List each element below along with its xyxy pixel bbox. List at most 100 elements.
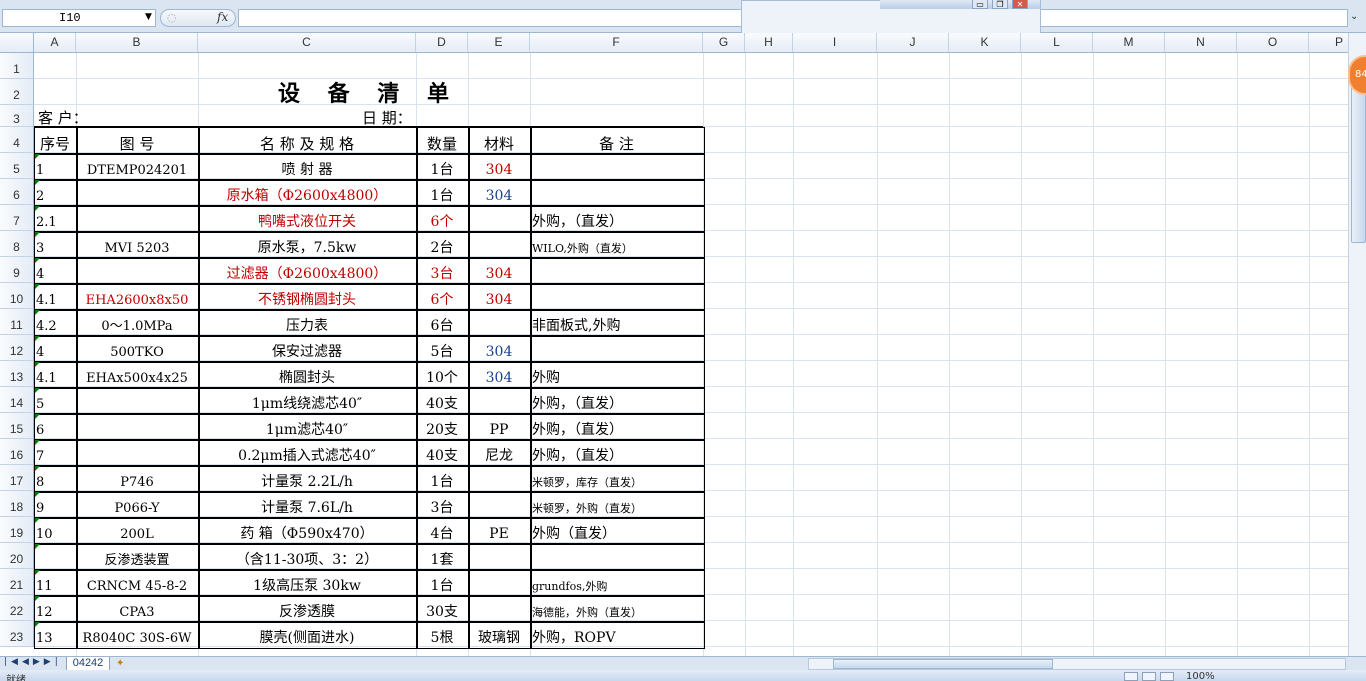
remark-cell[interactable] <box>530 344 705 361</box>
seq-cell[interactable]: 3 <box>34 240 78 257</box>
row-header[interactable]: 11 <box>0 309 34 335</box>
column-header[interactable]: P <box>1309 33 1348 52</box>
material-cell[interactable]: PP <box>468 422 530 439</box>
expand-formula-bar-icon[interactable]: ⌄ <box>1350 11 1358 22</box>
remark-cell[interactable]: 米顿罗，库存（直发） <box>530 474 705 491</box>
column-header[interactable]: N <box>1165 33 1237 52</box>
name-spec-cell[interactable]: 1级高压泵 30kw <box>198 578 416 595</box>
column-header[interactable]: M <box>1093 33 1165 52</box>
name-spec-cell[interactable]: 保安过滤器 <box>198 344 416 361</box>
drawing-cell[interactable] <box>76 188 198 205</box>
material-cell[interactable]: PE <box>468 526 530 543</box>
material-cell[interactable]: 304 <box>468 266 530 283</box>
material-cell[interactable]: 304 <box>468 162 530 179</box>
drawing-cell[interactable] <box>76 422 198 439</box>
qty-cell[interactable]: 1台 <box>416 162 468 179</box>
material-cell[interactable] <box>468 474 530 491</box>
material-cell[interactable]: 304 <box>468 370 530 387</box>
seq-cell[interactable] <box>34 552 78 569</box>
row-header[interactable]: 19 <box>0 517 34 543</box>
row-header[interactable]: 16 <box>0 439 34 465</box>
material-cell[interactable] <box>468 318 530 335</box>
row-header[interactable]: 21 <box>0 569 34 595</box>
row-header[interactable]: 7 <box>0 205 34 231</box>
row-header[interactable]: 6 <box>0 179 34 205</box>
table-header-seq[interactable]: 序号 <box>34 136 76 153</box>
drawing-cell[interactable]: DTEMP024201 <box>76 162 198 179</box>
drawing-cell[interactable]: 反渗透装置 <box>76 552 198 569</box>
column-header[interactable]: L <box>1021 33 1093 52</box>
qty-cell[interactable]: 10个 <box>416 370 468 387</box>
page-layout-view-icon[interactable] <box>1142 672 1156 681</box>
qty-cell[interactable]: 1台 <box>416 474 468 491</box>
table-header-remark[interactable]: 备 注 <box>530 136 703 153</box>
material-cell[interactable] <box>468 578 530 595</box>
drawing-cell[interactable]: EHAx500x4x25 <box>76 370 198 387</box>
drawing-cell[interactable]: 200L <box>76 526 198 543</box>
dropdown-arrow-icon[interactable]: ▼ <box>145 12 152 22</box>
remark-cell[interactable]: WILO,外购（直发） <box>530 240 705 257</box>
column-header[interactable]: G <box>703 33 745 52</box>
row-header[interactable]: 2 <box>0 79 34 105</box>
qty-cell[interactable]: 5台 <box>416 344 468 361</box>
name-spec-cell[interactable]: 过滤器（Φ2600x4800） <box>198 266 416 283</box>
select-all-button[interactable] <box>0 33 34 52</box>
material-cell[interactable]: 304 <box>468 188 530 205</box>
material-cell[interactable] <box>468 552 530 569</box>
normal-view-icon[interactable] <box>1124 672 1138 681</box>
column-header[interactable]: B <box>76 33 198 52</box>
qty-cell[interactable]: 6台 <box>416 318 468 335</box>
remark-cell[interactable] <box>530 162 705 179</box>
qty-cell[interactable]: 20支 <box>416 422 468 439</box>
row-header[interactable]: 13 <box>0 361 34 387</box>
column-header[interactable]: C <box>198 33 416 52</box>
drawing-cell[interactable]: 0～1.0MPa <box>76 318 198 335</box>
row-header[interactable]: 14 <box>0 387 34 413</box>
sheet-nav-arrows-icon[interactable]: |◀◀▶▶| <box>4 657 62 667</box>
row-header[interactable]: 20 <box>0 543 34 569</box>
remark-cell[interactable]: 外购，ROPV <box>530 630 705 647</box>
material-cell[interactable] <box>468 396 530 413</box>
remark-cell[interactable] <box>530 292 705 309</box>
remark-cell[interactable]: 海德能，外购（直发） <box>530 604 705 621</box>
name-box[interactable]: I10 ▼ <box>2 9 156 27</box>
table-header-drawing[interactable]: 图 号 <box>76 136 198 153</box>
seq-cell[interactable]: 10 <box>34 526 78 543</box>
material-cell[interactable] <box>468 214 530 231</box>
name-spec-cell[interactable]: 1μm滤芯40″ <box>198 422 416 439</box>
qty-cell[interactable]: 6个 <box>416 292 468 309</box>
minimize-icon[interactable]: ▭ <box>972 0 988 9</box>
seq-cell[interactable]: 4 <box>34 266 78 283</box>
drawing-cell[interactable]: EHA2600x8x50 <box>76 292 198 309</box>
qty-cell[interactable]: 40支 <box>416 396 468 413</box>
row-header[interactable]: 5 <box>0 153 34 179</box>
table-header-material[interactable]: 材料 <box>468 136 530 153</box>
zoom-level[interactable]: 100% <box>1186 671 1215 681</box>
row-header[interactable]: 4 <box>0 127 34 153</box>
worksheet-grid[interactable]: ABCDEFGHIJKLMNOP 1 2 3 4 5 6 7 8 9 10 11 12 13 14 15 16… <box>0 33 1348 656</box>
name-spec-cell[interactable]: 药 箱（Φ590x470） <box>198 526 416 543</box>
qty-cell[interactable]: 6个 <box>416 214 468 231</box>
horizontal-scrollbar[interactable] <box>808 658 1346 670</box>
remark-cell[interactable] <box>530 266 705 283</box>
column-header[interactable]: A <box>34 33 76 52</box>
column-header[interactable]: D <box>416 33 468 52</box>
qty-cell[interactable]: 40支 <box>416 448 468 465</box>
sheet-tab[interactable]: 04242 <box>66 657 110 671</box>
column-header[interactable]: O <box>1237 33 1309 52</box>
row-header[interactable]: 8 <box>0 231 34 257</box>
vertical-scrollbar[interactable] <box>1348 33 1366 656</box>
customer-label[interactable]: 客 户： <box>36 110 198 127</box>
row-header[interactable]: 17 <box>0 465 34 491</box>
seq-cell[interactable]: 4.2 <box>34 318 78 335</box>
name-spec-cell[interactable]: 计量泵 2.2L/h <box>198 474 416 491</box>
drawing-cell[interactable] <box>76 266 198 283</box>
drawing-cell[interactable]: CRNCM 45-8-2 <box>76 578 198 595</box>
row-header[interactable]: 1 <box>0 53 34 79</box>
remark-cell[interactable]: 外购，（直发） <box>530 214 705 231</box>
name-spec-cell[interactable]: 原水箱（Φ2600x4800） <box>198 188 416 205</box>
name-spec-cell[interactable]: 反渗透膜 <box>198 604 416 621</box>
qty-cell[interactable]: 1套 <box>416 552 468 569</box>
insert-sheet-icon[interactable]: ✦ <box>116 658 124 669</box>
column-header[interactable]: I <box>793 33 877 52</box>
